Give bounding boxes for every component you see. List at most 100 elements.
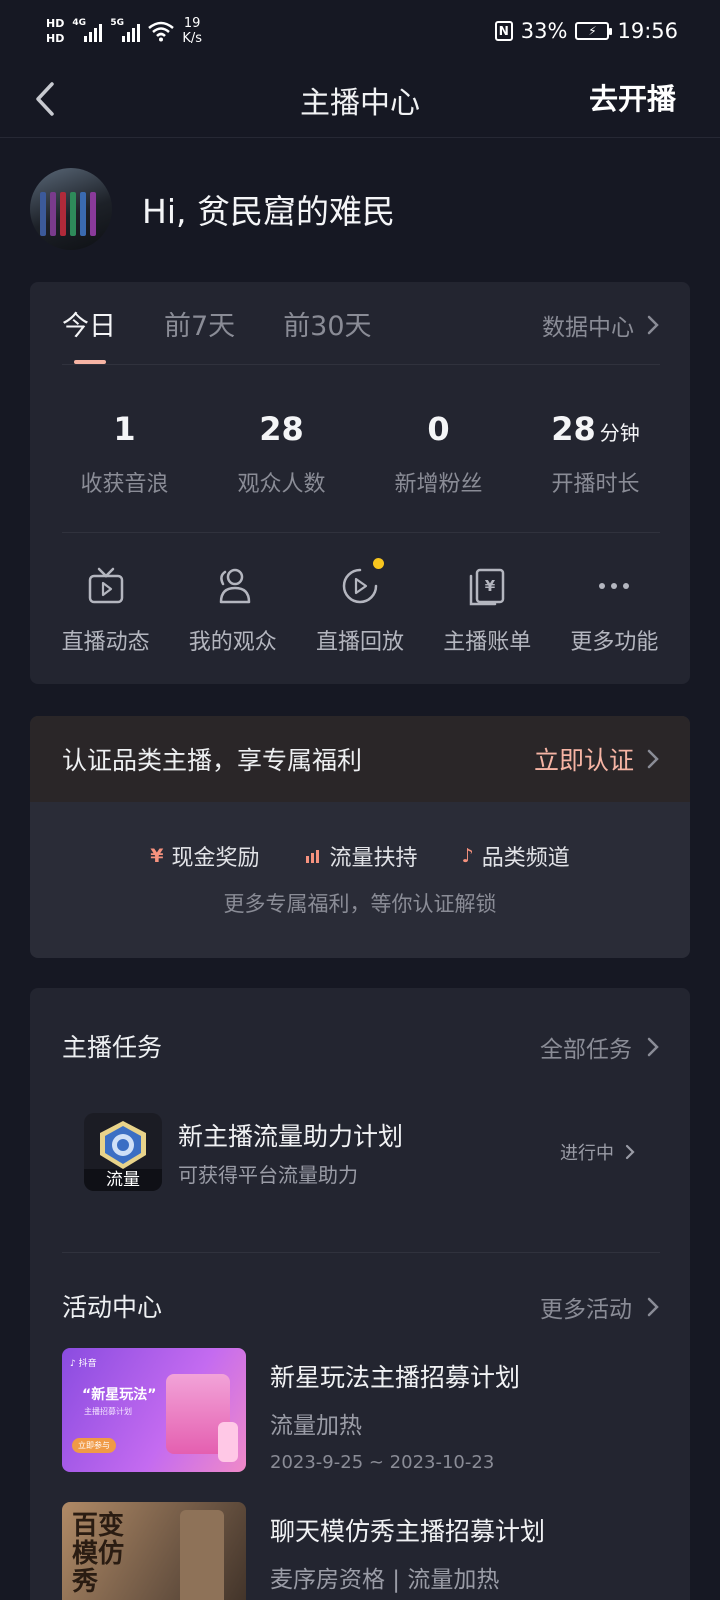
certification-banner[interactable]: 认证品类主播，享专属福利 立即认证	[30, 716, 690, 802]
chevron-right-icon	[647, 1037, 659, 1057]
thumb-button: 立即参与	[72, 1438, 116, 1453]
activity-date: 2023-9-25 ~ 2023-10-23	[270, 1452, 495, 1473]
activities-title: 活动中心	[62, 1293, 163, 1322]
task-status[interactable]: 进行中	[560, 1139, 636, 1165]
activity-name: 新星玩法主播招募计划	[270, 1363, 521, 1392]
perk-cash: ¥ 现金奖励	[150, 845, 260, 871]
tools-row: 直播动态 我的观众 直播回放 ¥ 主播账单 更多功能	[42, 558, 678, 656]
stat-label: 新增粉丝	[394, 472, 483, 497]
stat-value: 1	[113, 410, 136, 448]
tv-play-icon	[88, 567, 123, 604]
status-right: N 33% ⚡ 19:56	[494, 19, 678, 43]
tool-live-replay[interactable]: 直播回放	[296, 558, 423, 656]
yen-icon: ¥	[150, 845, 164, 867]
svg-text:¥: ¥	[485, 577, 496, 595]
tool-anchor-bill[interactable]: ¥ 主播账单	[424, 564, 551, 656]
stat-unit: 分钟	[599, 421, 640, 445]
stats-card: 今日 前7天 前30天 数据中心 1 收获音浪 28 观众人数 0 新增粉丝 2…	[30, 282, 690, 684]
data-center-label: 数据中心	[542, 315, 634, 341]
status-bar: HD HD 4G 5G 19 K/s N 33% ⚡ 19:56	[0, 0, 720, 62]
stat-live-duration[interactable]: 28 分钟 开播时长	[517, 410, 674, 498]
tab-today[interactable]: 今日	[62, 304, 116, 364]
certification-card: 认证品类主播，享专属福利 立即认证 ¥ 现金奖励 流量扶持 ♪ 品类频道 更多专…	[30, 716, 690, 958]
profile-header: Hi, 贫民窟的难民	[30, 168, 395, 250]
activity-tags: 麦序房资格 | 流量加热	[270, 1567, 500, 1593]
clock: 19:56	[617, 19, 678, 43]
tab-7-days[interactable]: 前7天	[164, 304, 235, 343]
thumb-subtitle: 主播招募计划	[84, 1407, 132, 1416]
tool-more-functions[interactable]: 更多功能	[551, 564, 678, 656]
tool-label: 我的观众	[188, 630, 277, 655]
music-note-icon: ♪	[461, 845, 474, 867]
period-tabs: 今日 前7天 前30天	[62, 304, 372, 364]
hd-indicator-1: HD	[46, 17, 65, 30]
task-badge: 流量	[84, 1169, 162, 1191]
nav-bar: 主播中心 去开播	[0, 62, 720, 138]
tool-label: 直播动态	[61, 630, 150, 655]
tool-label: 主播账单	[443, 630, 532, 655]
perk-traffic: 流量扶持	[304, 840, 418, 872]
stat-label: 开播时长	[551, 472, 640, 497]
audience-icon	[219, 568, 251, 604]
stat-label: 观众人数	[237, 472, 326, 497]
tabs-divider	[62, 364, 660, 365]
stat-value: 28	[551, 410, 596, 448]
perks-row: ¥ 现金奖励 流量扶持 ♪ 品类频道	[30, 840, 690, 872]
thumb-title: “新星玩法”	[82, 1387, 157, 1403]
signal-icon-1: 4G	[72, 18, 103, 42]
activity-name: 聊天模仿秀主播招募计划	[270, 1517, 546, 1546]
battery-icon: ⚡	[575, 22, 613, 40]
perk-channel: ♪ 品类频道	[461, 845, 570, 871]
chevron-right-icon	[625, 1144, 635, 1160]
network-speed: 19 K/s	[182, 16, 203, 46]
tasks-title: 主播任务	[62, 1033, 163, 1062]
task-item[interactable]: 流量 新主播流量助力计划 可获得平台流量助力 进行中	[84, 1112, 636, 1192]
stat-sound-waves[interactable]: 1 收获音浪	[46, 410, 203, 498]
activity-tags: 流量加热	[270, 1413, 362, 1439]
all-tasks-link[interactable]: 全部任务	[540, 1030, 660, 1064]
activity-thumbnail: ♪ 抖音 “新星玩法” 主播招募计划 立即参与	[62, 1348, 246, 1472]
notification-dot	[373, 558, 384, 569]
hd-indicator-2: HD	[46, 32, 65, 45]
avatar[interactable]	[30, 168, 112, 250]
tab-30-days[interactable]: 前30天	[283, 304, 371, 343]
chevron-right-icon	[647, 1297, 659, 1317]
certification-title: 认证品类主播，享专属福利	[62, 746, 363, 775]
data-center-link[interactable]: 数据中心	[542, 308, 660, 342]
stat-new-followers[interactable]: 0 新增粉丝	[360, 410, 517, 498]
traffic-shield-icon: 流量	[84, 1113, 162, 1191]
tool-my-audience[interactable]: 我的观众	[169, 564, 296, 656]
activity-item[interactable]: ♪ 抖音 “新星玩法” 主播招募计划 立即参与 新星玩法主播招募计划 流量加热 …	[62, 1348, 660, 1473]
stat-viewers[interactable]: 28 观众人数	[203, 410, 360, 498]
greeting: Hi, 贫民窟的难民	[142, 192, 395, 231]
tool-label: 更多功能	[570, 630, 659, 655]
certify-now-link[interactable]: 立即认证	[534, 741, 660, 777]
signal-icon-2: 5G	[110, 18, 141, 42]
network-type-1: 4G	[72, 18, 86, 28]
network-type-2: 5G	[110, 18, 124, 28]
more-activities-link[interactable]: 更多活动	[540, 1290, 660, 1324]
tool-live-feed[interactable]: 直播动态	[42, 564, 169, 656]
stats-row: 1 收获音浪 28 观众人数 0 新增粉丝 28 分钟 开播时长	[46, 410, 674, 498]
status-left: HD HD 4G 5G 19 K/s	[46, 16, 202, 46]
wifi-icon	[148, 21, 175, 42]
traffic-bars-icon	[305, 850, 319, 863]
task-name: 新主播流量助力计划	[178, 1121, 404, 1151]
stat-label: 收获音浪	[80, 472, 169, 497]
tool-label: 直播回放	[316, 630, 405, 655]
task-desc: 可获得平台流量助力	[178, 1162, 358, 1187]
hd-indicators: HD HD	[46, 17, 64, 45]
chevron-right-icon	[647, 749, 659, 769]
battery-percent: 33%	[520, 19, 568, 43]
replay-icon	[342, 568, 378, 604]
stat-value: 0	[427, 410, 450, 448]
nfc-icon: N	[494, 21, 513, 41]
activity-item[interactable]: 百变模仿秀 聊天模仿秀主播招募计划 麦序房资格 | 流量加热	[62, 1502, 660, 1600]
go-live-button[interactable]: 去开播	[589, 76, 676, 118]
thumb-title: 百变模仿秀	[72, 1511, 125, 1597]
bill-icon: ¥	[469, 568, 505, 606]
stat-value: 28	[259, 410, 304, 448]
chevron-right-icon	[647, 315, 659, 335]
tasks-card: 主播任务 全部任务 流量 新主播流量助力计划 可获得平台流量助力 进行中 活动中…	[30, 988, 690, 1600]
certification-subtitle: 更多专属福利，等你认证解锁	[223, 892, 497, 916]
